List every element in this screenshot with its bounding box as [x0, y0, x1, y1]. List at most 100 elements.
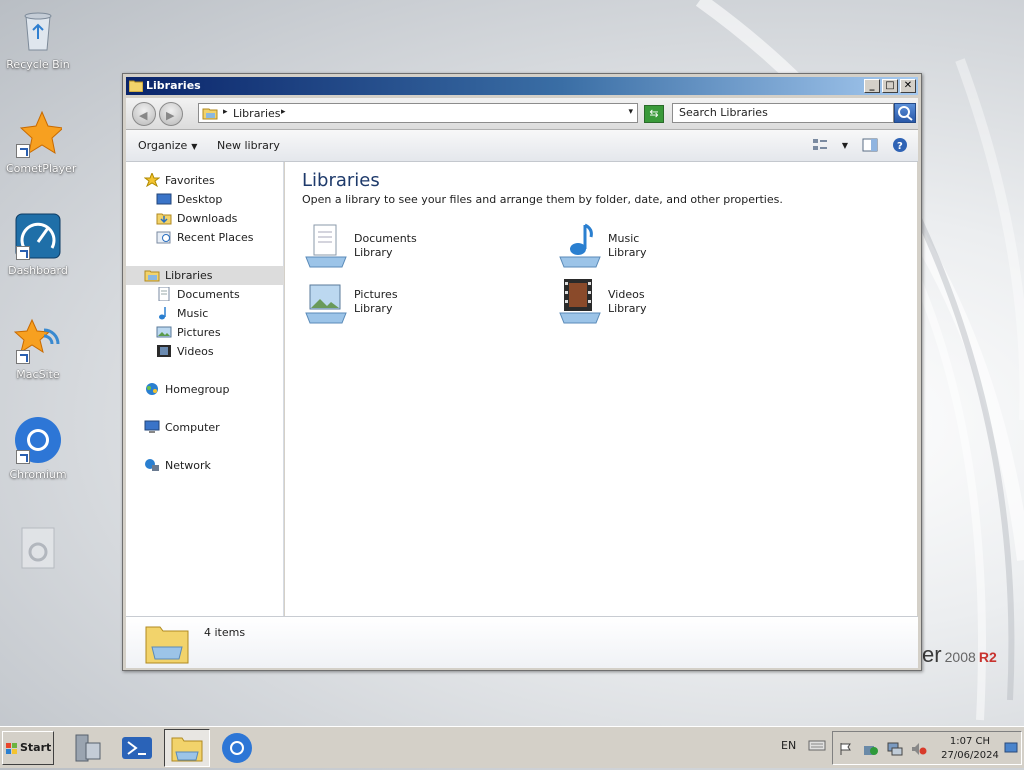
library-type: Library	[354, 246, 393, 259]
address-dropdown-icon[interactable]: ▾	[628, 107, 633, 117]
refresh-button[interactable]: ⇆	[644, 105, 664, 123]
show-desktop-icon[interactable]	[1004, 742, 1018, 754]
minimize-button[interactable]: _	[864, 79, 880, 93]
desktop-icon-cometplayer[interactable]: CometPlayer	[6, 110, 77, 175]
taskbar-chromium[interactable]	[214, 729, 260, 767]
keyboard-icon[interactable]	[808, 738, 826, 752]
details-pane: 4 items	[126, 616, 918, 668]
desktop-icon-dashboard[interactable]: Dashboard	[6, 212, 70, 277]
nav-favorites[interactable]: Favorites	[144, 171, 215, 190]
nav-downloads[interactable]: Downloads	[156, 209, 237, 228]
command-bar: Organize ▼ New library ▼ ?	[126, 130, 918, 162]
organize-label: Organize	[138, 139, 188, 152]
nav-network[interactable]: Network	[144, 456, 211, 475]
taskbar-explorer[interactable]	[164, 729, 210, 767]
back-arrow-icon: ◀	[139, 109, 148, 122]
network-tray-icon[interactable]	[887, 742, 903, 756]
nav-pictures[interactable]: Pictures	[156, 323, 221, 342]
desktop-icon-macsite[interactable]: MacSite	[6, 316, 70, 381]
view-options-caret[interactable]: ▼	[842, 141, 848, 150]
language-indicator[interactable]: EN	[781, 739, 796, 752]
nav-label: Network	[165, 459, 211, 472]
breadcrumb-separator[interactable]: ▸	[281, 107, 286, 117]
network-icon	[145, 459, 159, 471]
help-icon[interactable]: ?	[892, 137, 908, 153]
breadcrumb[interactable]: ▸ Libraries ▸ ▾	[198, 103, 638, 123]
taskbar-server-manager[interactable]	[64, 729, 110, 767]
explorer-window[interactable]: Libraries _ □ ✕ ◀ ▶ ▸ Libraries ▸ ▾ ⇆ Se…	[122, 73, 922, 671]
library-type: Library	[608, 302, 647, 315]
library-pictures[interactable]: Pictures Library	[302, 279, 502, 327]
security-shield-icon[interactable]	[863, 742, 879, 756]
svg-text:?: ?	[897, 141, 903, 152]
recent-places-icon	[156, 231, 171, 244]
computer-icon	[144, 420, 160, 433]
desktop-icon-label: Dashboard	[8, 264, 68, 277]
search-input[interactable]: Search Libraries	[672, 103, 894, 123]
server-manager-icon	[75, 734, 101, 762]
change-view-icon[interactable]	[812, 137, 828, 153]
star-icon	[144, 173, 160, 187]
powershell-icon	[122, 737, 152, 759]
star-wifi-shortcut-icon	[13, 316, 62, 364]
start-button[interactable]: Start	[2, 731, 54, 765]
new-library-button[interactable]: New library	[217, 139, 280, 152]
nav-label: Computer	[165, 421, 220, 434]
window-title: Libraries	[146, 79, 201, 92]
homegroup-icon	[146, 383, 158, 395]
desktop-icon	[156, 193, 172, 205]
library-name: Documents	[354, 232, 417, 245]
nav-label: Libraries	[165, 269, 213, 282]
nav-label: Homegroup	[165, 383, 230, 396]
windows-logo-icon	[6, 743, 17, 754]
library-type: Library	[608, 246, 647, 259]
pictures-library-icon	[305, 284, 347, 324]
clock-date: 27/06/2024	[941, 750, 999, 761]
nav-desktop[interactable]: Desktop	[156, 190, 222, 209]
taskbar-powershell[interactable]	[114, 729, 160, 767]
preview-pane-icon[interactable]	[862, 137, 878, 153]
breadcrumb-libraries[interactable]: Libraries	[233, 107, 281, 120]
music-library-icon	[559, 223, 601, 268]
desktop-icon-chromium[interactable]: Chromium	[6, 416, 70, 481]
nav-label: Favorites	[165, 174, 215, 187]
item-count: 4 items	[204, 626, 246, 639]
desktop-icon-recycle-bin[interactable]: Recycle Bin	[6, 6, 70, 71]
title-bar[interactable]: Libraries _ □ ✕	[126, 77, 918, 95]
organize-caret: ▼	[191, 142, 198, 151]
desktop-icon-label: CometPlayer	[6, 162, 77, 175]
desktop-icon-label: MacSite	[16, 368, 60, 381]
clock[interactable]: 1:07 CH 27/06/2024	[937, 735, 1003, 763]
clock-time: 1:07 CH	[949, 736, 991, 747]
close-button[interactable]: ✕	[900, 79, 916, 93]
library-videos[interactable]: Videos Library	[556, 279, 756, 327]
explorer-icon	[171, 737, 203, 762]
nav-libraries[interactable]: Libraries	[126, 266, 284, 285]
desktop-icon-label: Chromium	[9, 468, 67, 481]
breadcrumb-separator[interactable]: ▸	[223, 107, 228, 117]
nav-computer[interactable]: Computer	[144, 418, 220, 437]
nav-documents[interactable]: Documents	[156, 285, 240, 304]
forward-button[interactable]: ▶	[159, 102, 183, 126]
libraries-folder-icon	[145, 626, 189, 664]
library-music[interactable]: Music Library	[556, 223, 756, 271]
volume-muted-icon[interactable]	[911, 742, 927, 756]
nav-videos[interactable]: Videos	[156, 342, 214, 361]
documents-icon	[158, 287, 170, 301]
watermark-year: 2008	[944, 649, 976, 665]
chromium-icon	[14, 416, 62, 464]
nav-label: Desktop	[177, 193, 223, 206]
nav-recent-places[interactable]: Recent Places	[156, 228, 254, 247]
library-documents[interactable]: Documents Library	[302, 223, 502, 271]
desktop-icon-faded[interactable]	[6, 524, 70, 576]
nav-homegroup[interactable]: Homegroup	[144, 380, 229, 399]
system-tray: 1:07 CH 27/06/2024	[832, 731, 1022, 765]
flag-icon[interactable]	[839, 742, 853, 756]
organize-button[interactable]: Organize ▼	[138, 139, 197, 152]
nav-music[interactable]: Music	[156, 304, 208, 323]
back-button[interactable]: ◀	[132, 102, 156, 126]
maximize-button[interactable]: □	[882, 79, 898, 93]
chromium-icon	[222, 733, 252, 763]
search-button[interactable]	[894, 103, 916, 123]
recycle-bin-icon	[14, 6, 62, 54]
